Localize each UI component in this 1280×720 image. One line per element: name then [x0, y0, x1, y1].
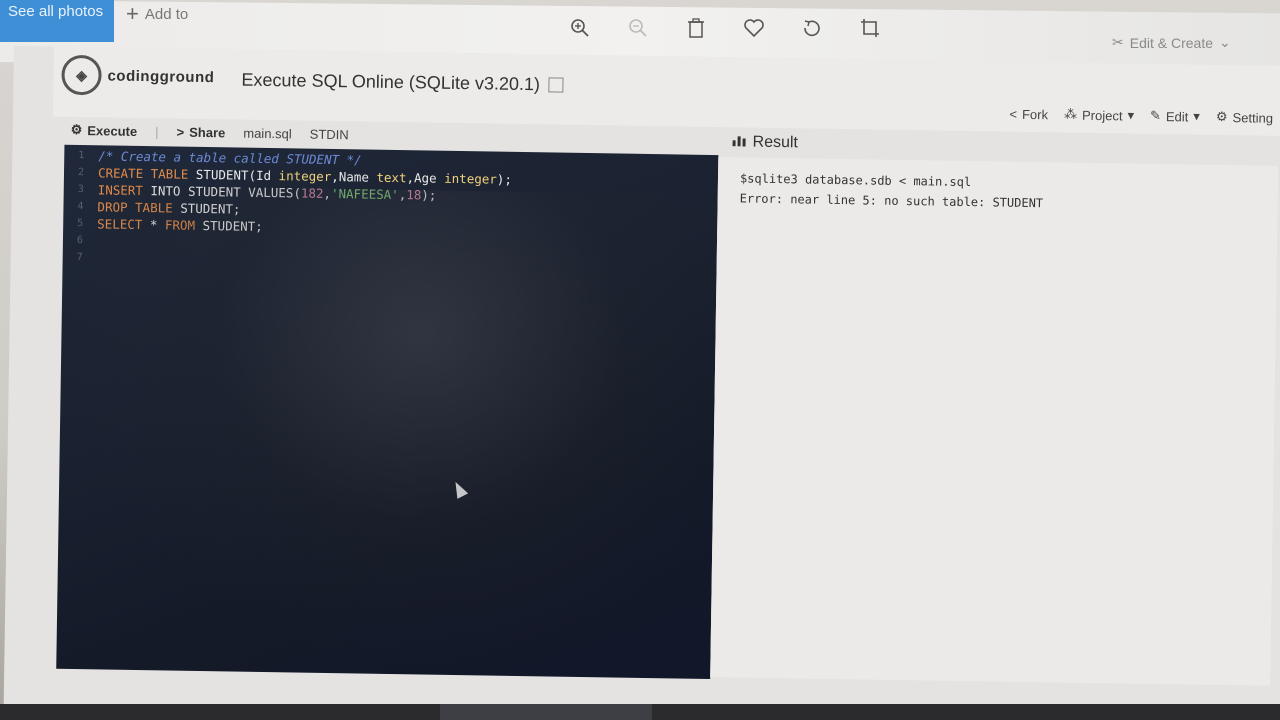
sql-type: text [376, 169, 407, 186]
line-number: 2 [77, 167, 85, 179]
sql-keyword: SELECT [97, 216, 143, 233]
result-output: $sqlite3 database.sdb < main.sql Error: … [710, 157, 1279, 686]
plus-icon: + [126, 1, 139, 26]
sql-text: * [142, 217, 166, 233]
line-number: 4 [77, 201, 84, 213]
project-icon: ⁂ [1063, 106, 1078, 122]
execute-label: Execute [87, 122, 138, 139]
sql-text: STUDENT; [194, 217, 263, 234]
edit-title-icon[interactable] [547, 77, 564, 93]
sql-text: STUDENT(Id [188, 166, 279, 184]
execute-button[interactable]: ⚙ Execute [71, 122, 138, 139]
result-error: Error: near line 5: no such table: STUDE… [739, 191, 1044, 211]
logo-mark-icon: ◈ [61, 54, 102, 96]
tab-main-sql[interactable]: main.sql [243, 125, 292, 141]
fork-label: Fork [1021, 106, 1049, 122]
coding-ground-page: ◈ codingground Execute SQL Online (SQLit… [3, 46, 1280, 720]
sql-text: STUDENT; [172, 200, 241, 217]
sql-type: integer [444, 170, 497, 187]
edit-create-button[interactable]: ✂ Edit & Create ⌄ [1112, 34, 1231, 51]
page-title: Execute SQL Online (SQLite v3.20.1) [241, 69, 564, 96]
site-logo[interactable]: ◈ codingground [61, 54, 215, 97]
share-icon: > [176, 124, 185, 140]
delete-icon[interactable] [682, 14, 710, 42]
zoom-in-icon[interactable] [566, 14, 594, 42]
bar-chart-icon [732, 133, 746, 151]
mouse-pointer-icon [450, 479, 469, 499]
windows-taskbar [0, 704, 1280, 720]
edit-icon: ✎ [1149, 107, 1162, 124]
line-number: 3 [77, 184, 84, 196]
header-actions: < Fork ⁂ Project ▾ ✎ Edit ▾ ⚙ Setting [1009, 106, 1273, 126]
sql-type: integer [278, 168, 332, 184]
sql-text: ,Name [331, 169, 377, 185]
project-label: Project [1081, 107, 1123, 123]
crop-icon[interactable] [856, 14, 884, 42]
code-editor[interactable]: 1 /* Create a table called STUDENT */ 2 … [56, 144, 719, 680]
caret-down-icon: ▾ [1193, 108, 1201, 124]
sql-keyword: CREATE TABLE [97, 165, 189, 182]
photo-tools [566, 14, 884, 42]
add-to-button[interactable]: + Add to [126, 1, 189, 26]
tab-stdin[interactable]: STDIN [310, 126, 349, 142]
toolbar-divider: | [155, 123, 159, 139]
logo-text: codingground [107, 66, 215, 86]
sql-number: 182 [300, 185, 324, 201]
line-number: 7 [76, 252, 83, 264]
result-header: Result [732, 133, 798, 152]
edit-menu[interactable]: ✎ Edit ▾ [1150, 108, 1200, 125]
add-to-label: Add to [144, 5, 189, 23]
fork-icon: < [1009, 106, 1018, 122]
code-text: DROP TABLE STUDENT; [97, 199, 240, 216]
fork-button[interactable]: < Fork [1009, 106, 1048, 122]
favorite-heart-icon[interactable] [740, 14, 768, 42]
gears-icon: ⚙ [70, 121, 83, 138]
sql-keyword: FROM [164, 217, 196, 233]
caret-down-icon: ▾ [1127, 107, 1135, 123]
result-title: Result [752, 133, 799, 152]
share-label: Share [189, 124, 226, 140]
share-button[interactable]: > Share [176, 124, 225, 140]
gear-icon: ⚙ [1215, 108, 1228, 125]
sql-keyword: INSERT [97, 182, 144, 199]
sql-text: ); [496, 171, 513, 187]
sql-number: 18 [406, 187, 422, 203]
sql-text: ); [421, 187, 437, 203]
line-number: 6 [76, 235, 84, 247]
code-text: SELECT * FROM STUDENT; [97, 216, 263, 234]
project-menu[interactable]: ⁂ Project ▾ [1064, 107, 1134, 124]
line-number: 1 [78, 150, 85, 162]
zoom-out-icon[interactable] [624, 14, 652, 42]
result-command: $sqlite3 database.sdb < main.sql [739, 171, 972, 190]
page-title-text: Execute SQL Online (SQLite v3.20.1) [241, 69, 541, 95]
edit-create-icon: ✂ [1112, 34, 1124, 50]
see-all-photos-button[interactable]: See all photos [0, 0, 114, 42]
chevron-down-icon: ⌄ [1219, 34, 1231, 50]
rotate-icon[interactable] [798, 14, 826, 42]
sql-keyword: DROP TABLE [97, 199, 173, 216]
sql-string: 'NAFEESA' [330, 185, 399, 203]
line-number: 5 [77, 218, 84, 230]
sql-text: ,Age [406, 170, 445, 186]
taskbar-apps[interactable] [440, 704, 652, 720]
settings-label: Setting [1232, 109, 1274, 126]
sql-text: INTO STUDENT VALUES( [142, 183, 302, 201]
edit-label: Edit [1165, 108, 1189, 124]
edit-create-label: Edit & Create [1129, 34, 1213, 51]
settings-button[interactable]: ⚙ Setting [1216, 109, 1273, 126]
